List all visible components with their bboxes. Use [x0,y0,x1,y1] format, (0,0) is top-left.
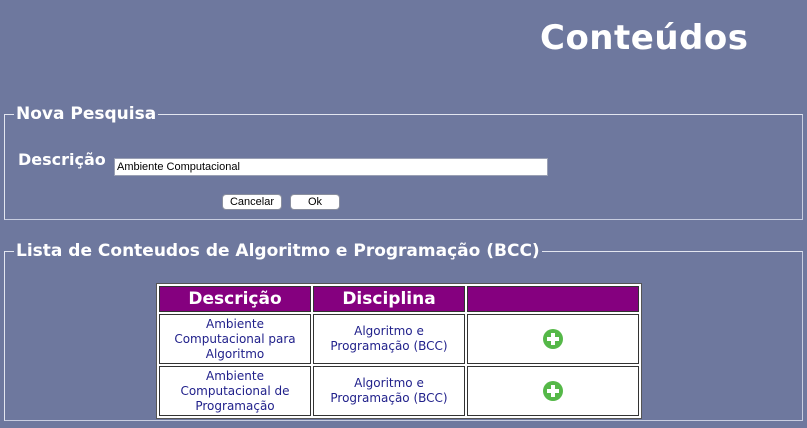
description-input[interactable] [114,158,548,176]
results-table: Descrição Disciplina Ambiente Computacio… [156,283,642,419]
row-descricao: Ambiente Computacional para Algoritmo [159,314,311,364]
search-fieldset: Nova Pesquisa Descrição Cancelar Ok [4,104,803,220]
search-legend: Nova Pesquisa [16,104,157,124]
ok-button[interactable]: Ok [290,194,340,210]
row-action [467,314,639,364]
header-actions [467,286,639,312]
header-disciplina: Disciplina [313,286,465,312]
row-action [467,366,639,416]
row-descricao: Ambiente Computacional de Programação [159,366,311,416]
list-fieldset: Lista de Conteudos de Algoritmo e Progra… [4,241,803,421]
description-label: Descrição [18,150,106,169]
cancel-button[interactable]: Cancelar [222,194,282,210]
add-icon[interactable] [543,381,563,401]
table-header-row: Descrição Disciplina [159,286,639,312]
page-title: Conteúdos [540,18,749,58]
list-legend: Lista de Conteudos de Algoritmo e Progra… [16,241,540,261]
header-descricao: Descrição [159,286,311,312]
row-disciplina: Algoritmo e Programação (BCC) [313,366,465,416]
table-row: Ambiente Computacional de Programação Al… [159,366,639,416]
table-row: Ambiente Computacional para Algoritmo Al… [159,314,639,364]
row-disciplina: Algoritmo e Programação (BCC) [313,314,465,364]
add-icon[interactable] [543,329,563,349]
page: Conteúdos Nova Pesquisa Descrição Cancel… [0,0,807,428]
